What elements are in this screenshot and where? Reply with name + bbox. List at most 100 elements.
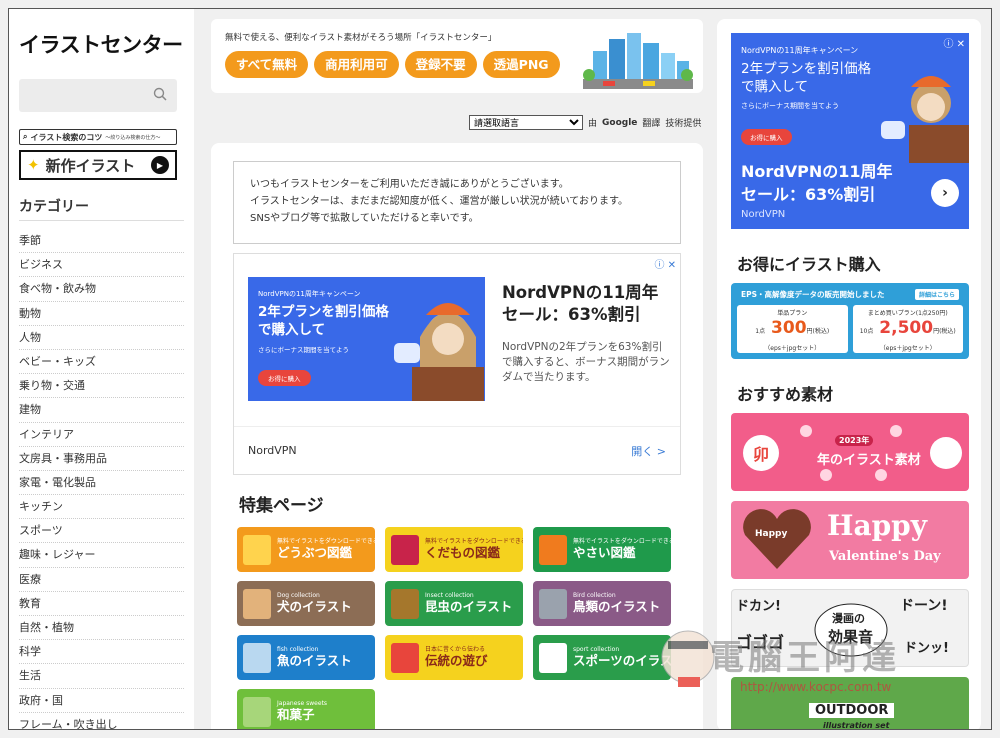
search-tips-link[interactable]: ⌕ イラスト検索のコツ 〜絞り込み検索の仕方〜: [19, 129, 177, 145]
recommend-newyear-banner[interactable]: 卯 2023年 年のイラスト素材: [731, 413, 969, 491]
category-item[interactable]: 建物: [19, 398, 184, 423]
pill-commercial: 商用利用可: [314, 51, 399, 78]
ad-choices-icon[interactable]: ⓘ ✕: [943, 35, 965, 50]
ad-buy-button[interactable]: お得に購入: [741, 129, 792, 145]
rec3-title1: 漫画の: [832, 612, 865, 625]
browser-viewport: イラストセンター ⌕ イラスト検索のコツ 〜絞り込み検索の仕方〜 ✦ 新作イラス…: [8, 8, 992, 730]
category-item[interactable]: 動物: [19, 302, 184, 326]
ad-small-text: NordVPNの11周年キャンペーン: [741, 46, 859, 55]
buy-head: EPS・高解像度データの販売開始しました 詳細はこちら: [737, 289, 963, 300]
google-logo[interactable]: Google: [602, 118, 637, 128]
feature-tile[interactable]: Bird collection 鳥類のイラスト: [533, 581, 671, 626]
ad-headline[interactable]: NordVPNの11周年 セール：63%割引: [741, 160, 893, 206]
feature-tile[interactable]: sport collectionスポーツのイラスト: [533, 635, 671, 680]
buy-banner[interactable]: EPS・高解像度データの販売開始しました 詳細はこちら 単品プラン 1点 300…: [731, 283, 969, 359]
feature-tile[interactable]: Dog collection 犬のイラスト: [237, 581, 375, 626]
category-item[interactable]: 食べ物・飲み物: [19, 277, 184, 302]
notice-line: いつもイラストセンターをご利用いただき誠にありがとうございます。: [250, 179, 569, 190]
category-item[interactable]: ベビー・キッズ: [19, 350, 184, 375]
ad-open-button[interactable]: 開く >: [631, 443, 666, 459]
category-item[interactable]: フレーム・吹き出し: [19, 713, 184, 729]
single-plan[interactable]: 単品プラン 1点 300円(税込) （eps＋jpgセット）: [737, 305, 848, 353]
ad-big-line: 2年プランを割引価格: [741, 61, 872, 77]
category-item[interactable]: 生活: [19, 664, 184, 689]
feature-tile[interactable]: 日本に昔くから伝わる 伝統の遊び: [385, 635, 523, 680]
rec1-text: 年のイラスト素材: [817, 453, 921, 468]
translate-prefix: 由: [588, 119, 598, 129]
tile-text: 無料でイラストをダウンロードできる くだもの図鑑: [425, 539, 523, 559]
svg-text:ドカン!: ドカン!: [736, 599, 781, 614]
category-item[interactable]: 家電・電化製品: [19, 471, 184, 496]
right-sidebar: ⓘ ✕ NordVPNの11周年キャンペーン 2年プランを割引価格 で購入して …: [717, 19, 981, 729]
translate-service[interactable]: 翻譯: [642, 116, 660, 129]
content-card: いつもイラストセンターをご利用いただき誠にありがとうございます。 イラストセンタ…: [211, 143, 703, 729]
tile-title: スポーツのイラスト: [573, 652, 671, 668]
top-banner[interactable]: 無料で使える、便利なイラスト素材がそろう場所「イラストセンター」 すべて無料 商…: [211, 19, 703, 93]
category-item[interactable]: 政府・国: [19, 689, 184, 713]
notice-line: SNSやブログ等で拡散していただけると幸いです。: [250, 213, 479, 224]
buy-heading: お得にイラスト購入: [737, 255, 881, 274]
ad-buy-button[interactable]: お得に購入: [258, 370, 311, 386]
left-sidebar: イラストセンター ⌕ イラスト検索のコツ 〜絞り込み検索の仕方〜 ✦ 新作イラス…: [9, 9, 194, 729]
chevron-right-icon[interactable]: ›: [931, 179, 959, 207]
pill-transparent-png: 透過PNG: [482, 51, 560, 78]
ad-headline-line: NordVPNの11周年: [502, 283, 659, 302]
language-select[interactable]: 請選取語言: [469, 115, 583, 130]
tile-text: Insect collection 昆虫のイラスト: [425, 593, 512, 613]
category-item[interactable]: 科学: [19, 640, 184, 665]
category-item[interactable]: 季節: [19, 229, 184, 254]
woman-photo: [881, 76, 969, 163]
tile-thumbnail-icon: [243, 696, 271, 727]
bulk-plan[interactable]: まとめ買いプラン(1点250円) 10点 2,500円(税込) （eps＋jpg…: [852, 305, 963, 353]
main-content: 無料で使える、便利なイラスト素材がそろう場所「イラストセンター」 すべて無料 商…: [211, 19, 703, 729]
category-item[interactable]: 趣味・レジャー: [19, 543, 184, 568]
category-item[interactable]: スポーツ: [19, 519, 184, 544]
category-item[interactable]: 医療: [19, 568, 184, 592]
category-item[interactable]: 文房具・事務用品: [19, 447, 184, 471]
category-item[interactable]: 教育: [19, 592, 184, 616]
tile-thumbnail-icon: [243, 588, 271, 619]
feature-tile[interactable]: 無料でイラストをダウンロードできる やさい図鑑: [533, 527, 671, 572]
price-value: 2,500: [879, 318, 934, 338]
ad-choices-icon[interactable]: ⓘ ✕: [654, 256, 676, 271]
plan-name: 単品プラン: [777, 310, 808, 317]
tile-thumbnail-icon: [539, 534, 567, 565]
tile-title: やさい図鑑: [573, 544, 636, 560]
chevron-right-icon: >: [656, 444, 666, 458]
tips-sub: 〜絞り込み検索の仕方〜: [105, 134, 161, 141]
feature-tile[interactable]: Insect collection 昆虫のイラスト: [385, 581, 523, 626]
ad-headline[interactable]: NordVPNの11周年 セール：63%割引: [502, 282, 658, 326]
category-item[interactable]: インテリア: [19, 423, 184, 447]
category-item[interactable]: ビジネス: [19, 253, 184, 278]
category-item[interactable]: キッチン: [19, 495, 184, 520]
new-illust-label: 新作イラスト: [45, 156, 136, 175]
category-list: 季節 ビジネス 食べ物・飲み物 動物 人物 ベビー・キッズ 乗り物・交通 建物 …: [19, 229, 184, 729]
feature-tile[interactable]: 無料でイラストをダウンロードできる どうぶつ図鑑: [237, 527, 375, 572]
recommend-valentine-banner[interactable]: Happy Happy Valentine's Day: [731, 501, 969, 579]
ad-big-line: で購入して: [258, 322, 326, 338]
category-item[interactable]: 乗り物・交通: [19, 374, 184, 399]
buy-details-tag[interactable]: 詳細はこちら: [914, 289, 959, 300]
recommend-heading: おすすめ素材: [737, 385, 834, 404]
city-illustration: [583, 33, 693, 89]
category-item[interactable]: 自然・植物: [19, 616, 184, 641]
feature-tile[interactable]: fish collection 魚のイラスト: [237, 635, 375, 680]
ad-banner-image[interactable]: NordVPNの11周年キャンペーン 2年プランを割引価格 で購入して さらにボ…: [248, 277, 485, 401]
feature-tile[interactable]: 無料でイラストをダウンロードできる くだもの図鑑: [385, 527, 523, 572]
watermark-text: 電腦王阿達: [710, 638, 900, 678]
new-illust-button[interactable]: ✦ 新作イラスト ▶: [19, 150, 177, 180]
tile-title: 和菓子: [277, 706, 315, 722]
category-item[interactable]: 人物: [19, 326, 184, 350]
site-logo[interactable]: イラストセンター: [19, 29, 184, 59]
ad-brand: NordVPN: [741, 209, 786, 220]
nordvpn-ad[interactable]: ⓘ ✕ NordVPNの11周年キャンペーン 2年プランを割引価格 で購入して …: [233, 253, 681, 475]
heart-icon: [743, 509, 811, 569]
tile-thumbnail-icon: [391, 588, 419, 619]
search-box[interactable]: [19, 79, 177, 112]
ad-big-text: 2年プランを割引価格 で購入して: [741, 60, 871, 96]
ad-footer: NordVPN 開く >: [234, 426, 680, 474]
tile-text: 日本に昔くから伝わる 伝統の遊び: [425, 647, 488, 667]
nordvpn-side-ad[interactable]: ⓘ ✕ NordVPNの11周年キャンペーン 2年プランを割引価格 で購入して …: [731, 33, 969, 229]
search-icon[interactable]: [153, 87, 167, 101]
feature-tile[interactable]: Japanese sweets 和菓子: [237, 689, 375, 729]
